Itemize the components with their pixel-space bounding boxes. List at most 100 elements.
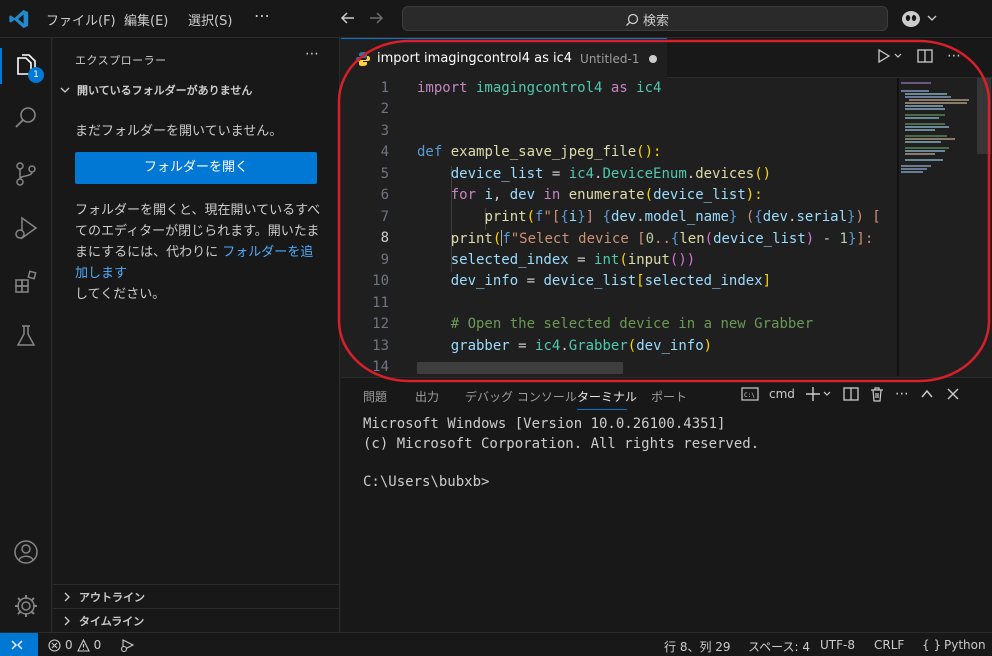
line-number-active: 8: [380, 230, 389, 246]
svg-text:C:\: C:\: [744, 392, 755, 399]
panel-actions: C:\ cmd ⋯: [741, 386, 961, 402]
command-center-search[interactable]: 検索: [402, 6, 888, 31]
end-of-line[interactable]: CRLF: [874, 638, 904, 652]
timeline-label: タイムライン: [79, 614, 145, 628]
tab-description: Untitled-1: [580, 51, 640, 66]
error-count: 0: [65, 638, 73, 652]
title-bar: ファイル(F) 編集(E) 選択(S) ⋯ 検索: [0, 0, 992, 38]
vscode-logo-icon: [9, 9, 29, 29]
menu-edit[interactable]: 編集(E): [124, 10, 168, 29]
new-terminal-icon[interactable]: [805, 386, 833, 402]
terminal-prompt[interactable]: C:\Users\bubxb>: [363, 474, 489, 490]
editor-tab-untitled[interactable]: import imagingcontrol4 as ic4 Untitled-1: [341, 38, 667, 78]
forward-arrow-icon[interactable]: [366, 8, 386, 28]
line-number: 12: [372, 316, 389, 332]
line-number: 14: [372, 359, 389, 375]
terminal-line: Microsoft Windows [Version 10.0.26100.43…: [363, 416, 726, 432]
unsaved-dot-icon[interactable]: [649, 54, 658, 63]
menu-more-icon[interactable]: ⋯: [254, 6, 271, 25]
code-line-5: device_list = ic4.DeviceEnum.devices(): [450, 166, 772, 182]
trash-icon[interactable]: [869, 386, 885, 402]
code-line-8: print(f"Select device [0..{len(device_li…: [450, 230, 882, 247]
menu-file[interactable]: ファイル(F): [46, 10, 116, 29]
empty-message: まだフォルダーを開いていません。: [75, 124, 283, 139]
code-line-6: for i, dev in enumerate(device_list):: [450, 187, 763, 203]
sidebar-more-icon[interactable]: ⋯: [305, 46, 319, 62]
terminal-line: (c) Microsoft Corporation. All rights re…: [363, 436, 760, 452]
code-line-7: print(f"[{i}] {dev.model_name} ({dev.ser…: [484, 209, 881, 225]
extensions-icon[interactable]: [12, 268, 40, 296]
line-number: 6: [380, 187, 389, 203]
editor-actions: ⋯: [877, 48, 961, 64]
panel-more-icon[interactable]: ⋯: [895, 386, 909, 402]
vertical-scroll-thumb[interactable]: [977, 78, 991, 154]
activity-bar: 1: [0, 38, 52, 632]
warning-icon: [76, 638, 90, 652]
line-number: 7: [380, 209, 389, 225]
accounts-icon[interactable]: [12, 538, 40, 566]
language-mode[interactable]: Python: [944, 638, 986, 652]
language-braces-icon[interactable]: { }: [922, 638, 941, 652]
line-number: 3: [380, 123, 389, 139]
line-number: 10: [372, 273, 389, 289]
tab-terminal[interactable]: ターミナル: [577, 388, 637, 405]
remote-indicator[interactable]: [0, 633, 38, 656]
tab-debug-console[interactable]: デバッグ コンソール: [465, 388, 577, 405]
split-terminal-icon[interactable]: [843, 386, 859, 402]
tab-problems[interactable]: 問題: [363, 388, 387, 405]
split-editor-icon[interactable]: [917, 48, 933, 64]
line-number: 9: [380, 252, 389, 268]
search-view-icon[interactable]: [12, 104, 40, 132]
ports-icon[interactable]: [120, 637, 138, 653]
testing-icon[interactable]: [12, 322, 40, 350]
problems-status[interactable]: 0 0: [48, 638, 101, 652]
open-folder-button[interactable]: フォルダーを開く: [75, 152, 317, 184]
line-number: 13: [372, 338, 389, 354]
tab-label: import imagingcontrol4 as ic4: [377, 51, 573, 66]
run-debug-icon[interactable]: [12, 214, 40, 242]
manage-gear-icon[interactable]: [12, 592, 40, 620]
horizontal-scroll-thumb[interactable]: [417, 362, 623, 374]
run-python-icon[interactable]: [877, 48, 903, 64]
no-folder-section-header[interactable]: 開いているフォルダーがありません: [59, 82, 252, 98]
explorer-badge: 1: [28, 67, 44, 83]
bottom-panel: 問題 出力 デバッグ コンソール ターミナル ポート C:\ cmd ⋯ Mic…: [341, 377, 992, 632]
code-line-13: grabber = ic4.Grabber(dev_info): [450, 338, 713, 354]
tab-output[interactable]: 出力: [415, 388, 439, 405]
python-file-icon: [356, 51, 370, 66]
indentation[interactable]: スペース: 4: [748, 638, 810, 655]
timeline-section-header[interactable]: タイムライン: [53, 608, 339, 632]
close-panel-icon[interactable]: [945, 386, 961, 402]
back-arrow-icon[interactable]: [338, 8, 358, 28]
menu-selection[interactable]: 選択(S): [188, 10, 232, 29]
outline-section-header[interactable]: アウトライン: [53, 584, 339, 608]
code-editor[interactable]: 1 2 3 4 5 6 7 8 9 10 11 12 13 14 import …: [341, 78, 992, 376]
outline-label: アウトライン: [79, 590, 145, 604]
chevron-right-icon: [64, 616, 70, 625]
editor-tab-bar: import imagingcontrol4 as ic4 Untitled-1…: [341, 38, 992, 78]
line-number: 2: [380, 101, 389, 117]
cursor-position[interactable]: 行 8、列 29: [664, 638, 731, 655]
editor-more-icon[interactable]: ⋯: [947, 48, 961, 64]
source-control-icon[interactable]: [12, 160, 40, 188]
terminal-shell-name[interactable]: cmd: [769, 387, 795, 401]
section-label: 開いているフォルダーがありません: [77, 84, 253, 97]
maximize-panel-chevron-up-icon[interactable]: [919, 386, 935, 402]
tab-ports[interactable]: ポート: [651, 388, 687, 405]
copilot-icon[interactable]: [900, 8, 940, 30]
chevron-right-icon: [64, 592, 70, 601]
code-line-9: selected_index = int(input()): [450, 252, 696, 268]
code-line-12: # Open the selected device in a new Grab…: [450, 316, 814, 332]
explorer-sidebar: エクスプローラー ⋯ 開いているフォルダーがありません まだフォルダーを開いてい…: [53, 38, 340, 632]
sidebar-description: フォルダーを開くと、現在開いているすべてのエディターが閉じられます。開いたままに…: [75, 200, 321, 305]
warning-count: 0: [93, 638, 102, 652]
terminal-icon: C:\: [741, 387, 759, 401]
desc-text-2: してください。: [75, 287, 166, 302]
search-placeholder: 検索: [643, 14, 670, 29]
minimap[interactable]: [897, 78, 977, 376]
encoding[interactable]: UTF-8: [820, 638, 855, 652]
line-number: 11: [372, 295, 389, 311]
active-tab-underline: [577, 409, 627, 410]
code-line-1: import imagingcontrol4 as ic4: [417, 80, 662, 96]
error-icon: [48, 638, 61, 652]
